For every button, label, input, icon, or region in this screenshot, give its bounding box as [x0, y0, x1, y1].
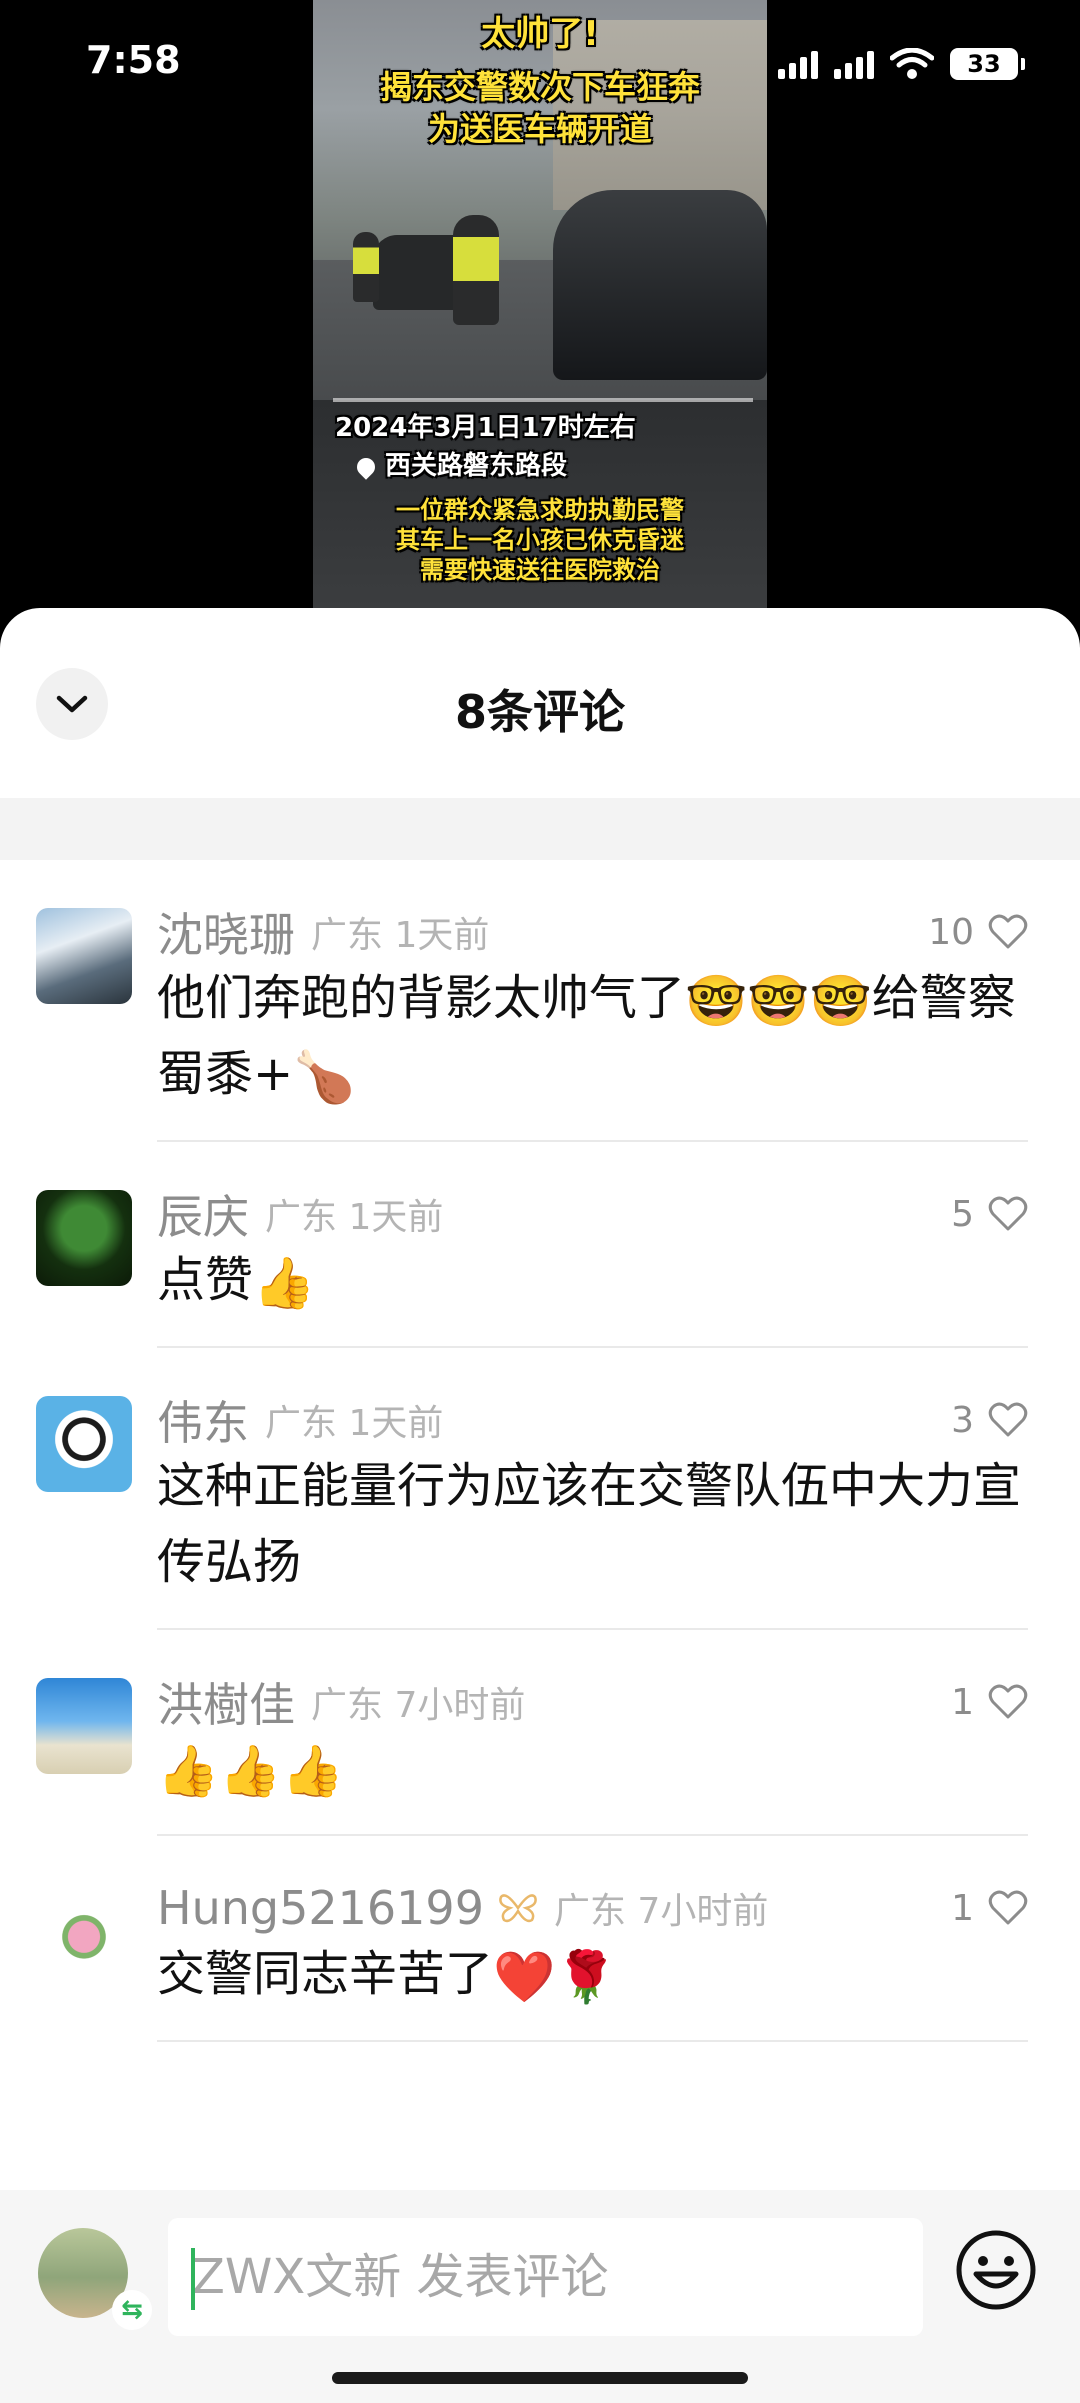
comment-body: 他们奔跑的背影太帅气了: [157, 970, 686, 1026]
like-button[interactable]: 10: [928, 912, 1028, 953]
video-player[interactable]: 太帅了! 揭东交警数次下车狂奔 为送医车辆开道 2024年3月1日17时左右 西…: [313, 0, 767, 608]
video-headline-2: 为送医车辆开道: [427, 110, 652, 148]
comment-meta: 广东 1天前: [265, 1403, 444, 1444]
cell-signal-2-icon: [834, 49, 874, 79]
butterfly-badge-icon: [499, 1894, 537, 1923]
like-count: 1: [951, 1681, 974, 1723]
like-count: 5: [951, 1193, 974, 1235]
comment-text: 👍👍👍: [157, 1730, 1028, 1836]
text-caret: [191, 2248, 195, 2310]
comments-sheet: 8条评论 沈晓珊 广东 1天前 10 他们奔跑的背影太帅气了🤓🤓🤓给警察蜀黍+🍗…: [0, 608, 1080, 2403]
comment-body: 这种正能量行为应该在交警队伍中大力宣传弘扬: [157, 1458, 1022, 1590]
avatar[interactable]: [36, 1884, 132, 1980]
comment-item[interactable]: Hung5216199 广东 7小时前 1 交警同志辛苦了❤️🌹: [0, 1836, 1080, 2042]
heart-outline-icon: [988, 1890, 1028, 1925]
home-indicator[interactable]: [332, 2372, 748, 2384]
comment-meta: 广东 1天前: [265, 1197, 444, 1238]
comment-input[interactable]: [168, 2218, 923, 2336]
status-time: 7:58: [86, 38, 181, 82]
comment-emojis: ❤️🌹: [493, 1948, 618, 2006]
like-count: 3: [951, 1399, 974, 1441]
comment-author[interactable]: 伟东: [157, 1387, 249, 1453]
comment-author[interactable]: Hung5216199: [157, 1881, 484, 1935]
comment-text: 交警同志辛苦了❤️🌹: [157, 1936, 1028, 2042]
video-officer: [453, 215, 499, 325]
video-location-text: 西关路磐东路段: [385, 451, 568, 481]
smiley-icon[interactable]: [954, 2228, 1038, 2312]
comment-text: 他们奔跑的背影太帅气了🤓🤓🤓给警察蜀黍+🍗: [157, 960, 1028, 1142]
video-area[interactable]: 太帅了! 揭东交警数次下车狂奔 为送医车辆开道 2024年3月1日17时左右 西…: [0, 0, 1080, 640]
location-pin-icon: [353, 453, 379, 480]
video-headline-1: 揭东交警数次下车狂奔: [379, 68, 700, 106]
video-car-large: [553, 190, 767, 380]
comment-meta: 广东 7小时前: [311, 1685, 526, 1726]
wifi-icon: [890, 48, 934, 79]
like-count: 1: [951, 1887, 974, 1929]
heart-outline-icon: [988, 1402, 1028, 1437]
comment-item[interactable]: 辰庆 广东 1天前 5 点赞👍: [0, 1142, 1080, 1348]
heart-outline-icon: [988, 1684, 1028, 1719]
comment-item[interactable]: 伟东 广东 1天前 3 这种正能量行为应该在交警队伍中大力宣传弘扬: [0, 1348, 1080, 1630]
battery-icon: 33: [950, 48, 1025, 80]
like-button[interactable]: 1: [951, 1888, 1028, 1929]
video-location: 西关路磐东路段: [353, 445, 767, 482]
avatar[interactable]: [36, 1396, 132, 1492]
comment-emojis: 👍: [253, 1254, 316, 1312]
comment-body: 点赞: [157, 1252, 254, 1308]
comment-author[interactable]: 辰庆: [157, 1181, 249, 1247]
heart-outline-icon: [988, 914, 1028, 949]
comment-author[interactable]: 沈晓珊: [157, 899, 295, 965]
avatar[interactable]: [36, 908, 132, 1004]
video-desc-3: 需要快速送往医院救治: [420, 556, 660, 584]
comment-meta: 广东 1天前: [311, 915, 490, 956]
cell-signal-icon: [778, 49, 818, 79]
like-button[interactable]: 5: [951, 1194, 1028, 1235]
avatar[interactable]: [36, 1190, 132, 1286]
like-button[interactable]: 3: [951, 1400, 1028, 1441]
avatar[interactable]: [36, 1678, 132, 1774]
comment-emojis: 👍👍👍: [157, 1742, 344, 1800]
video-date: 2024年3月1日17时左右: [335, 413, 636, 443]
like-count: 10: [928, 911, 974, 953]
section-divider: [0, 798, 1080, 860]
comment-author[interactable]: 洪樹佳: [157, 1669, 295, 1735]
comment-text: 这种正能量行为应该在交警队伍中大力宣传弘扬: [157, 1448, 1028, 1630]
comment-body: 交警同志辛苦了: [157, 1946, 494, 2002]
comment-meta: 广东 7小时前: [553, 1891, 769, 1932]
switch-account-icon[interactable]: ⇆: [112, 2290, 152, 2330]
comment-text: 点赞👍: [157, 1242, 1028, 1348]
video-overlay-title: 太帅了!: [481, 14, 599, 54]
comments-count-title: 8条评论: [454, 685, 625, 739]
video-officer-far: [353, 232, 379, 302]
comment-emoji-2: 🍗: [293, 1048, 356, 1106]
status-icons: 33: [778, 44, 1025, 84]
comment-emojis: 🤓🤓🤓: [685, 972, 872, 1030]
heart-outline-icon: [988, 1196, 1028, 1231]
like-button[interactable]: 1: [951, 1682, 1028, 1723]
sheet-header: 8条评论: [0, 608, 1080, 798]
comment-item[interactable]: 洪樹佳 广东 7小时前 1 👍👍👍: [0, 1630, 1080, 1836]
comment-item[interactable]: 沈晓珊 广东 1天前 10 他们奔跑的背影太帅气了🤓🤓🤓给警察蜀黍+🍗: [0, 860, 1080, 1142]
video-dash-line: [333, 398, 753, 402]
